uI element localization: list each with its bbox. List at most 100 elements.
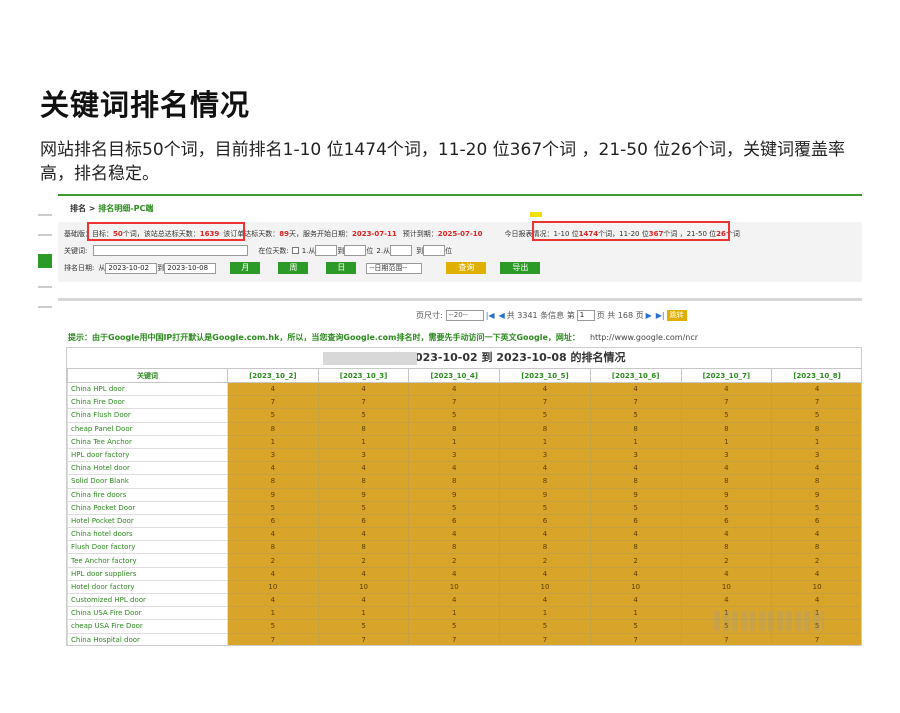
rank-cell: 4 — [771, 461, 861, 476]
page-size-select[interactable]: --20-- — [445, 310, 484, 321]
rank-cell: 6 — [408, 513, 501, 529]
rank-cell: 4 — [227, 381, 319, 397]
rank-cell: 4 — [317, 592, 410, 608]
breadcrumb-current[interactable]: 排名明细-PC端 — [98, 204, 153, 213]
header-date: [2023_10_8] — [771, 368, 861, 383]
rank-cell: 10 — [227, 579, 319, 595]
next-page-icon[interactable]: ▶ — [646, 311, 652, 320]
rank-cell: 4 — [499, 527, 591, 542]
day-button[interactable]: 日 — [326, 262, 357, 274]
keyword-cell[interactable]: HPL door factory — [67, 447, 228, 463]
range2-from-input[interactable] — [390, 245, 413, 256]
keyword-cell[interactable]: China HPL door — [67, 381, 228, 397]
keyword-cell[interactable]: Tee Anchor factory — [67, 553, 228, 568]
rank-cell: 4 — [680, 566, 773, 581]
rank-cell: 7 — [499, 632, 591, 645]
table-row: HPL door factory 3 3 3 3 3 3 3 — [67, 447, 861, 463]
rank-cell: 4 — [771, 527, 861, 542]
rank-cell: 8 — [589, 421, 682, 436]
keyword-cell[interactable]: China Flush Door — [67, 408, 228, 423]
rank-cell: 7 — [589, 395, 682, 410]
header-keyword: 关键词 — [67, 368, 228, 383]
rank-cell: 2 — [589, 553, 682, 568]
keyword-cell[interactable]: China Hotel door — [67, 461, 228, 476]
ranking-screenshot: 排名 > 排名明细-PC端 基础版： 目标： 50 个词，该站总达标天数： 16… — [38, 194, 862, 646]
keyword-cell[interactable]: China Fire Door — [67, 395, 228, 410]
first-page-icon[interactable]: |◀ — [486, 311, 495, 320]
rank-cell: 7 — [317, 632, 410, 645]
header-date: [2023_10_3] — [317, 368, 410, 383]
keyword-cell[interactable]: China Tee Anchor — [67, 434, 228, 449]
keyword-cell[interactable]: Solid Door Blank — [67, 474, 228, 489]
rank-cell: 8 — [680, 421, 773, 436]
keyword-cell[interactable]: China hotel doors — [67, 527, 228, 542]
breadcrumb-root[interactable]: 排名 — [70, 204, 86, 213]
rank-cell: 9 — [317, 487, 410, 502]
date-range-select[interactable]: --日期范围-- — [366, 262, 423, 274]
keyword-cell[interactable]: cheap Panel Door — [67, 421, 228, 436]
keyword-cell[interactable]: Hotel door factory — [67, 579, 228, 595]
page-number-input[interactable]: 1 — [576, 310, 595, 321]
rank-cell: 8 — [227, 421, 319, 436]
table-row: China Hospital door 7 7 7 7 7 7 7 — [67, 632, 861, 645]
jump-button[interactable]: 跳转 — [666, 310, 687, 321]
month-button[interactable]: 月 — [230, 262, 261, 274]
rank-cell: 5 — [589, 408, 682, 423]
rank-cell: 5 — [227, 619, 319, 634]
export-button[interactable]: 导出 — [500, 262, 541, 274]
rank-cell: 7 — [408, 632, 501, 645]
keyword-cell[interactable]: China USA Fire Door — [67, 606, 228, 621]
google-ncr-link[interactable]: http://www.google.com/ncr — [590, 333, 698, 342]
rank-cell: 7 — [589, 632, 682, 645]
table-row: China HPL door 4 4 4 4 4 4 4 — [67, 381, 861, 397]
rank-cell: 7 — [408, 395, 501, 410]
rank-cell: 6 — [680, 513, 773, 529]
pagination: 页尺寸: --20-- |◀ ◀ 共 3341 条信息 第 1 页 共 168 … — [416, 310, 687, 321]
keyword-cell[interactable]: HPL door suppliers — [67, 566, 228, 581]
keyword-cell[interactable]: Customized HPL door — [67, 592, 228, 608]
week-button[interactable]: 周 — [278, 262, 309, 274]
left-side-tabs — [38, 214, 52, 326]
range1-from-input[interactable] — [315, 245, 338, 256]
rank-cell: 5 — [499, 619, 591, 634]
keyword-cell[interactable]: China Hospital door — [67, 632, 228, 645]
rank-cell: 4 — [680, 592, 773, 608]
range2-to-input[interactable] — [423, 245, 446, 256]
date-from-input[interactable]: 2023-10-02 — [105, 262, 158, 274]
table-row: China Hotel door 4 4 4 4 4 4 4 — [67, 461, 861, 476]
rank-cell: 4 — [499, 381, 591, 397]
query-button[interactable]: 查询 — [446, 262, 487, 274]
keyword-cell[interactable]: China fire doors — [67, 487, 228, 502]
keyword-cell[interactable]: Flush Door factory — [67, 540, 228, 555]
rank-cell: 7 — [680, 395, 773, 410]
rank-cell: 7 — [317, 395, 410, 410]
rank-cell: 5 — [499, 408, 591, 423]
rank-cell: 3 — [408, 447, 501, 463]
keyword-cell[interactable]: Hotel Pocket Door — [67, 513, 228, 529]
rank-cell: 4 — [227, 592, 319, 608]
keyword-cell[interactable]: cheap USA Fire Door — [67, 619, 228, 634]
ranking-table-container: 从 2023-10-02 到 2023-10-08 的排名情况 关键词 [202… — [66, 347, 862, 646]
order-days: 89 — [279, 230, 289, 238]
expire-date: 2025-07-10 — [437, 230, 483, 238]
rank-cell: 6 — [227, 513, 319, 529]
rank-cell: 4 — [589, 381, 682, 397]
rank-cell: 4 — [771, 592, 861, 608]
rank-cell: 5 — [408, 619, 501, 634]
rank-cell: 2 — [499, 553, 591, 568]
table-row: Hotel Pocket Door 6 6 6 6 6 6 6 — [67, 513, 861, 529]
range1-to-input[interactable] — [344, 245, 367, 256]
rank-cell: 7 — [771, 632, 861, 645]
prev-page-icon[interactable]: ◀ — [499, 311, 505, 320]
date-to-input[interactable]: 2023-10-08 — [164, 262, 217, 274]
date-filter-row: 排名日期: 从 2023-10-02 到 2023-10-08 月 周 日 --… — [64, 262, 541, 274]
option-1-checkbox[interactable] — [291, 247, 299, 254]
rank-cell: 9 — [771, 487, 861, 502]
rank-cell: 5 — [589, 619, 682, 634]
keyword-cell[interactable]: China Pocket Door — [67, 500, 228, 515]
rank-cell: 6 — [589, 513, 682, 529]
keyword-input[interactable] — [93, 245, 249, 256]
header-date: [2023_10_7] — [680, 368, 773, 383]
rank-cell: 2 — [408, 553, 501, 568]
last-page-icon[interactable]: ▶| — [656, 311, 665, 320]
